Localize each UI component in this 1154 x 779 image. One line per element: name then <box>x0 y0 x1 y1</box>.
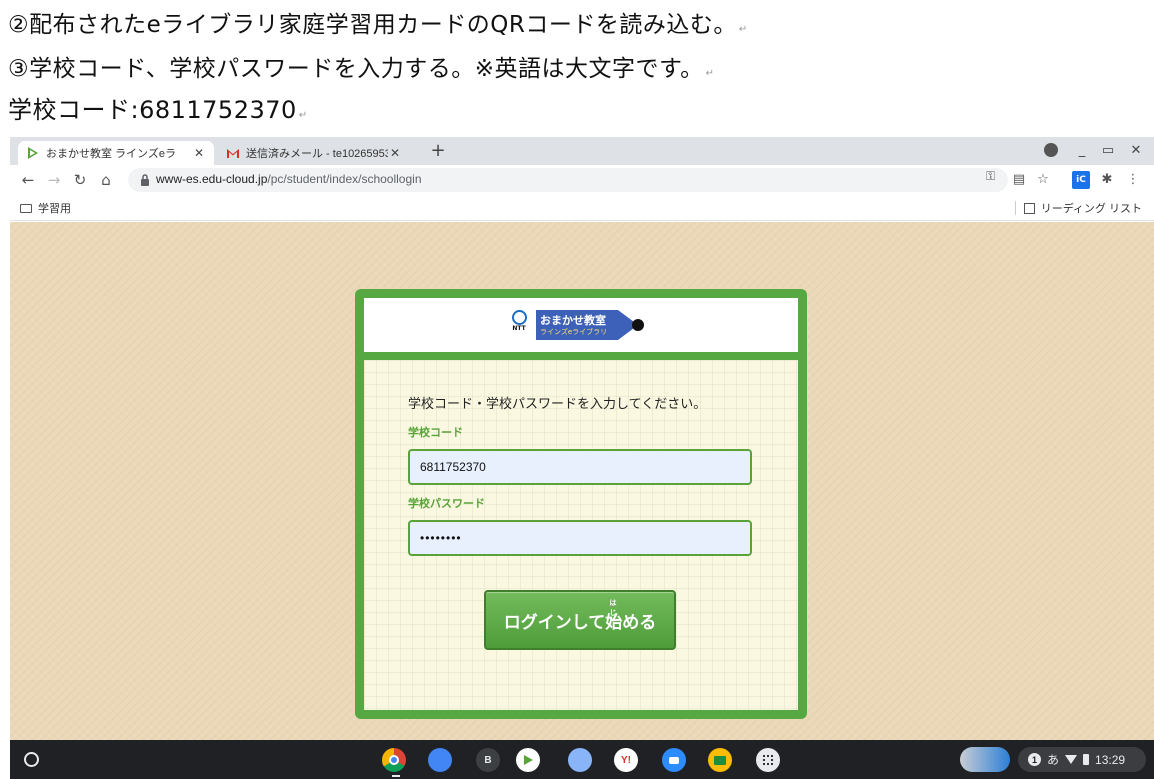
yahoo-app-icon[interactable]: Y! <box>614 748 638 772</box>
bookmark-folder-study[interactable]: 学習用 <box>20 200 71 216</box>
card-header: NTT おまかせ教室 ラインズeライブラリ <box>364 298 798 352</box>
school-password-input[interactable]: •••••••• <box>408 520 752 556</box>
lines-favicon-icon <box>26 146 40 160</box>
classroom-app-icon[interactable] <box>708 748 732 772</box>
login-prompt: 学校コード・学校パスワードを入力してください。 <box>408 397 707 412</box>
qr-reader-app-icon[interactable] <box>756 748 780 772</box>
notification-badge: 1 <box>1028 753 1041 766</box>
brand-banner: おまかせ教室 ラインズeライブラリ <box>536 310 644 340</box>
chrome-app-icon[interactable] <box>382 748 406 772</box>
translate-icon[interactable]: ▤ <box>1010 171 1028 189</box>
folder-icon <box>20 203 32 213</box>
new-tab-button[interactable]: + <box>428 141 448 161</box>
battery-icon <box>1083 754 1090 765</box>
files-app-icon[interactable] <box>428 748 452 772</box>
wifi-icon <box>1065 755 1078 764</box>
bookmarks-bar: 学習用 リーディング リスト <box>10 195 1154 221</box>
instruction-step-3: ③学校コード、学校パスワードを入力する。※英語は大文字です。 ↵ <box>8 56 715 82</box>
school-password-label: 学校パスワード <box>408 497 485 510</box>
login-form: 学校コード・学校パスワードを入力してください。 学校コード 6811752370… <box>364 360 798 710</box>
browser-toolbar: ← → ↻ ⌂ www-es.edu-cloud.jp/pc/student/i… <box>10 165 1154 195</box>
tab-close-icon[interactable]: ✕ <box>388 146 402 160</box>
login-card: NTT おまかせ教室 ラインズeライブラリ 学校コード・学校パスワードを入力して… <box>355 289 807 719</box>
minimize-icon[interactable]: _ <box>1072 143 1092 158</box>
translate-app-icon[interactable] <box>568 748 592 772</box>
site-logo: NTT おまかせ教室 ラインズeライブラリ <box>510 310 644 340</box>
school-code-note: 学校コード:6811752370 ↵ <box>8 96 308 124</box>
launcher-icon[interactable] <box>24 752 39 767</box>
restore-icon[interactable]: ▭ <box>1098 143 1118 158</box>
reload-icon[interactable]: ↻ <box>70 170 90 190</box>
url-text: www-es.edu-cloud.jp/pc/student/index/sch… <box>156 172 422 186</box>
home-icon[interactable]: ⌂ <box>96 170 116 190</box>
key-icon[interactable]: ⚿ <box>986 169 995 184</box>
reading-list-button[interactable]: リーディング リスト <box>1014 200 1142 216</box>
zoom-app-icon[interactable] <box>662 748 686 772</box>
reading-list-icon <box>1023 202 1035 214</box>
login-start-button[interactable]: ログインして はじ始 める <box>484 590 676 650</box>
back-icon[interactable]: ← <box>18 170 38 190</box>
bookmark-star-icon[interactable]: ☆ <box>1034 171 1052 189</box>
document-area: ②配布されたeライブラリ家庭学習用カードのQRコードを読み込む。 ↵ ③学校コード… <box>0 0 1154 136</box>
phone-hub-icon[interactable] <box>960 747 1010 772</box>
menu-kebab-icon[interactable]: ⋮ <box>1124 171 1142 189</box>
tab-gmail[interactable]: 送信済みメール - te10265953( ✕ <box>218 141 410 165</box>
school-code-label: 学校コード <box>408 426 463 439</box>
browser-screenshot: おまかせ教室 ラインズeラ ✕ 送信済みメール - te10265953( ✕ … <box>10 137 1154 779</box>
window-close-icon[interactable]: ✕ <box>1126 143 1146 158</box>
tab-search-icon[interactable] <box>1044 143 1058 157</box>
lock-icon <box>141 174 149 186</box>
extensions-puzzle-icon[interactable]: ✱ <box>1098 171 1116 189</box>
tab-close-icon[interactable]: ✕ <box>192 146 206 160</box>
status-tray[interactable]: 1 あ 13:29 <box>1018 747 1146 772</box>
lines-app-icon[interactable] <box>516 748 540 772</box>
address-bar[interactable]: www-es.edu-cloud.jp/pc/student/index/sch… <box>128 168 1008 192</box>
extension-ic-icon[interactable]: iC <box>1072 171 1090 189</box>
ntt-logo-icon: NTT <box>510 310 528 340</box>
tab-strip: おまかせ教室 ラインズeラ ✕ 送信済みメール - te10265953( ✕ … <box>10 137 1154 165</box>
tab-omakase[interactable]: おまかせ教室 ラインズeラ ✕ <box>18 141 214 165</box>
app-b-icon[interactable]: B <box>476 748 500 772</box>
ime-indicator: あ <box>1047 753 1060 767</box>
chromeos-shelf: B Y! 1 あ 13:29 <box>10 740 1154 779</box>
clock: 13:29 <box>1095 752 1126 767</box>
instruction-step-2: ②配布されたeライブラリ家庭学習用カードのQRコードを読み込む。 ↵ <box>8 12 748 38</box>
forward-icon[interactable]: → <box>44 170 64 190</box>
gmail-icon <box>226 146 240 160</box>
page-content: NTT おまかせ教室 ラインズeライブラリ 学校コード・学校パスワードを入力して… <box>10 222 1154 740</box>
school-code-input[interactable]: 6811752370 <box>408 449 752 485</box>
